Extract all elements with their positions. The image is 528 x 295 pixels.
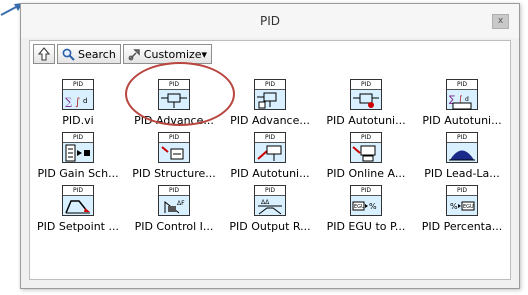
item-label: PID Output R... <box>229 219 311 232</box>
pid-autotuning-temp-icon: PID <box>254 132 286 163</box>
pid-structure-icon: PID <box>158 132 190 163</box>
pid-autotuning-icon: PID <box>350 79 382 110</box>
svg-text:ΔΔ: ΔΔ <box>261 199 270 206</box>
search-icon <box>62 48 75 61</box>
svg-text:∫: ∫ <box>75 97 80 108</box>
svg-text:ΔF: ΔF <box>177 200 185 207</box>
svg-text:%: % <box>450 202 458 211</box>
svg-text:∑: ∑ <box>65 97 73 108</box>
svg-text:EGU: EGU <box>463 204 474 210</box>
title-bar[interactable]: PID x <box>21 4 519 38</box>
item-label: PID.vi <box>62 113 94 126</box>
palette-item[interactable]: PID PID Gain Sch... <box>30 126 126 179</box>
palette-item[interactable]: PID PID Structure... <box>126 126 222 179</box>
item-label: PID Gain Sch... <box>37 166 119 179</box>
item-label: PID Advance... <box>230 113 310 126</box>
customize-icon <box>128 48 140 60</box>
pid-lead-lag-icon: PID <box>446 132 478 163</box>
item-label: PID EGU to P... <box>326 219 406 232</box>
pid-advanced-icon: PID <box>158 79 190 110</box>
item-label: PID Autotuni... <box>422 113 502 126</box>
window-title: PID <box>259 14 280 28</box>
pid-egu-to-percent-icon: PID EGU% <box>350 185 382 216</box>
palette-toolbar: Search Customize▾ <box>33 44 213 64</box>
item-label: PID Autotuni... <box>326 113 406 126</box>
palette-item[interactable]: PID % EGU PID Percenta... <box>414 179 510 232</box>
svg-text:EGU: EGU <box>354 204 365 210</box>
pid-online-icon: PID <box>350 132 382 163</box>
palette-item[interactable]: PID ∑ ∫ d PID Autotuni... <box>414 73 510 126</box>
palette-content: Search Customize▾ PID ∑ ∫ d PID.vi PID P… <box>29 40 511 280</box>
svg-text:d: d <box>465 96 469 103</box>
pid-output-rate-icon: PID ΔΔ <box>254 185 286 216</box>
pid-advanced-array-icon: PID <box>254 79 286 110</box>
svg-text:d: d <box>83 97 87 105</box>
svg-text:%: % <box>369 202 377 211</box>
pid-percent-to-egu-icon: PID % EGU <box>446 185 478 216</box>
up-arrow-icon <box>38 47 50 61</box>
up-level-button[interactable] <box>33 44 55 64</box>
item-label: PID Lead-La... <box>424 166 500 179</box>
item-label: PID Structure... <box>132 166 216 179</box>
palette-item[interactable]: PID PID Autotuni... <box>318 73 414 126</box>
palette-item[interactable]: PID PID Online A... <box>318 126 414 179</box>
pid-setpoint-icon: PID <box>62 185 94 216</box>
search-label: Search <box>78 47 116 61</box>
palette-item[interactable]: PID PID Lead-La... <box>414 126 510 179</box>
pid-palette-window: PID x Search Customize▾ PID ∑ ∫ d PID.vi… <box>20 3 520 289</box>
item-label: PID Autotuni... <box>230 166 310 179</box>
item-label: PID Setpoint ... <box>37 219 119 232</box>
item-label: PID Percenta... <box>421 219 503 232</box>
customize-label: Customize▾ <box>143 47 208 61</box>
customize-button[interactable]: Customize▾ <box>122 44 213 64</box>
item-label: PID Online A... <box>326 166 406 179</box>
palette-item[interactable]: PID ΔΔ PID Output R... <box>222 179 318 232</box>
vi-grid: PID ∑ ∫ d PID.vi PID PID Advance... PID … <box>30 73 512 232</box>
close-button[interactable]: x <box>492 14 509 29</box>
palette-item[interactable]: PID PID Advance... <box>222 73 318 126</box>
item-label: PID Control I... <box>134 219 214 232</box>
pid-gain-schedule-icon: PID <box>62 132 94 163</box>
palette-item[interactable]: PID PID Advance... <box>126 73 222 126</box>
search-button[interactable]: Search <box>57 44 121 64</box>
palette-item[interactable]: PID EGU% PID EGU to P... <box>318 179 414 232</box>
palette-item[interactable]: PID PID Autotuni... <box>222 126 318 179</box>
pid-control-input-icon: PID ΔF <box>158 185 190 216</box>
pid-icon: PID ∑ ∫ d <box>62 79 94 110</box>
item-label: PID Advance... <box>134 113 214 126</box>
palette-item[interactable]: PID ΔF PID Control I... <box>126 179 222 232</box>
palette-item[interactable]: PID ∑ ∫ d PID.vi <box>30 73 126 126</box>
pid-autotuning-design-icon: PID ∑ ∫ d <box>446 79 478 110</box>
palette-item[interactable]: PID PID Setpoint ... <box>30 179 126 232</box>
